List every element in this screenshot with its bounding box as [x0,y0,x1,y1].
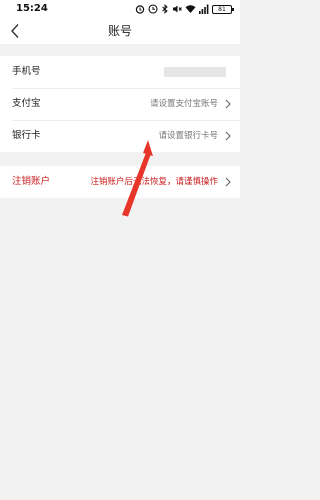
bank-card-row[interactable]: 银行卡 请设置银行卡号 [0,120,240,152]
bank-card-label: 银行卡 [12,130,41,141]
wifi-icon [185,4,196,14]
cancel-account-label: 注销账户 [12,176,51,187]
bluetooth-icon [161,4,169,14]
cancel-account-group: 注销账户 注销账户后无法恢复，请谨慎操作 [0,166,240,198]
cancel-account-row[interactable]: 注销账户 注销账户后无法恢复，请谨慎操作 [0,166,240,198]
account-bindings-group: 手机号 支付宝 请设置支付宝账号 银行卡 请设置银行卡号 [0,56,240,152]
alipay-label: 支付宝 [12,98,41,109]
chevron-right-icon [225,99,231,109]
alipay-row[interactable]: 支付宝 请设置支付宝账号 [0,88,240,120]
phone-label: 手机号 [12,66,41,77]
alarm-icon [135,4,145,14]
status-time: 15:24 [16,3,48,14]
phone-row[interactable]: 手机号 [0,56,240,88]
bank-card-value: 请设置银行卡号 [158,131,218,141]
page-title: 账号 [107,24,132,38]
chevron-right-icon [225,131,231,141]
navigation-bar: 账号 [0,18,240,44]
alipay-value: 请设置支付宝账号 [149,99,218,109]
mute-icon [172,4,182,14]
status-bar: 15:24 81 [0,0,240,18]
battery-icon: 81 [212,4,234,14]
phone-number-masked [164,67,226,77]
clock-icon [148,4,158,14]
status-icons: 81 [135,3,234,15]
chevron-right-icon [225,177,231,187]
signal-icon [199,4,209,14]
cancel-account-hint: 注销账户后无法恢复，请谨慎操作 [90,177,218,187]
